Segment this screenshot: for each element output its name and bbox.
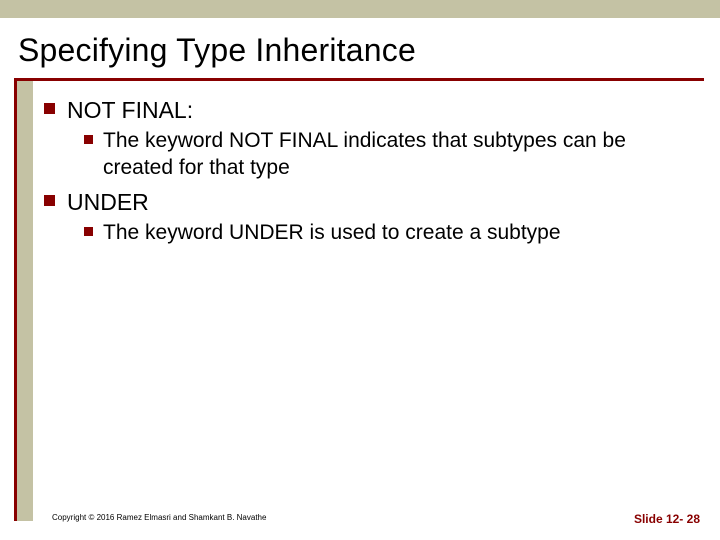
left-accent-band <box>14 81 33 521</box>
square-bullet-icon <box>44 195 55 206</box>
list-item: NOT FINAL: <box>44 95 704 125</box>
list-subitem: The keyword UNDER is used to create a su… <box>84 219 704 246</box>
list-subitem-label: The keyword NOT FINAL indicates that sub… <box>103 127 683 181</box>
list-item: UNDER <box>44 187 704 217</box>
slide-title: Specifying Type Inheritance <box>18 32 416 69</box>
slide: Specifying Type Inheritance NOT FINAL: T… <box>0 0 720 540</box>
square-bullet-icon <box>84 135 93 144</box>
square-bullet-icon <box>84 227 93 236</box>
title-underline <box>14 78 704 81</box>
slide-number: Slide 12- 28 <box>634 512 700 526</box>
list-subitem: The keyword NOT FINAL indicates that sub… <box>84 127 704 181</box>
list-subitem-label: The keyword UNDER is used to create a su… <box>103 219 561 246</box>
top-accent-bar <box>0 0 720 18</box>
list-item-label: NOT FINAL: <box>67 95 193 125</box>
content-area: NOT FINAL: The keyword NOT FINAL indicat… <box>44 95 704 252</box>
list-item-label: UNDER <box>67 187 149 217</box>
square-bullet-icon <box>44 103 55 114</box>
copyright-text: Copyright © 2016 Ramez Elmasri and Shamk… <box>52 513 266 522</box>
